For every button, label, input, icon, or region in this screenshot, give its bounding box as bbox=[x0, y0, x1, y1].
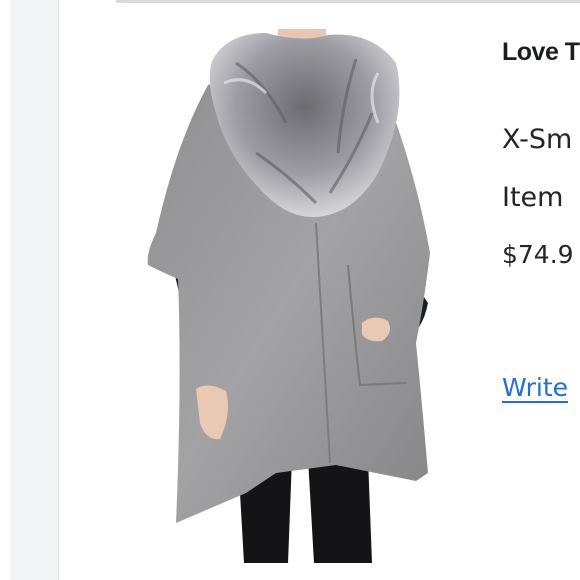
price: $74.9 bbox=[502, 240, 574, 269]
product-image[interactable] bbox=[116, 3, 500, 580]
item-label: Item bbox=[502, 182, 564, 213]
window-edge bbox=[0, 0, 10, 580]
side-panel bbox=[10, 0, 59, 580]
size-label: X-Sm bbox=[502, 124, 573, 155]
brand-name[interactable]: Love T bbox=[502, 38, 580, 67]
product-details: Love T X-Sm Item $74.9 Write bbox=[502, 0, 580, 580]
write-review-link[interactable]: Write bbox=[502, 373, 568, 402]
